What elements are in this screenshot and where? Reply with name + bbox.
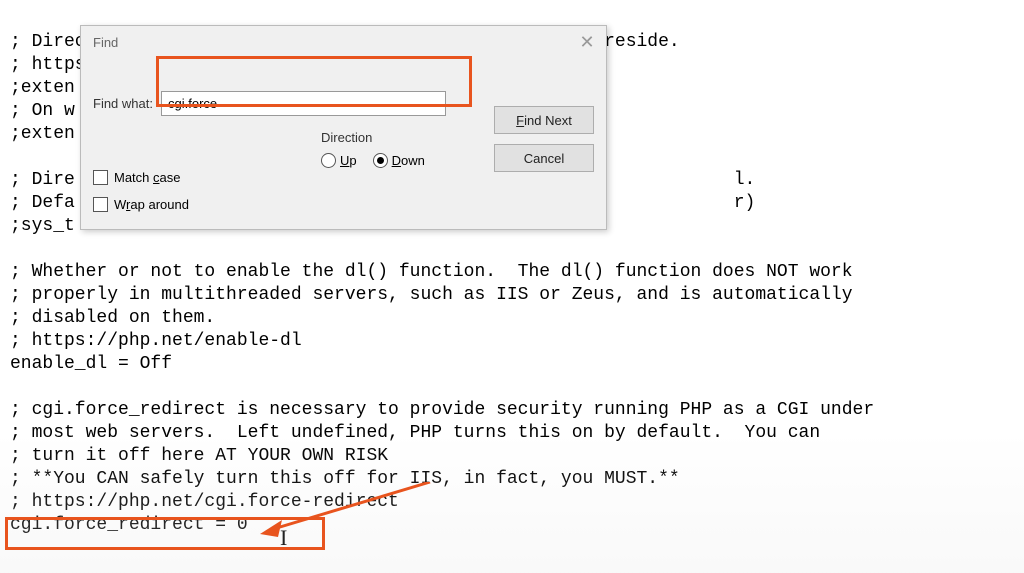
find-next-button[interactable]: Find Next xyxy=(494,106,594,134)
checkbox-icon xyxy=(93,197,108,212)
line: ; most web servers. Left undefined, PHP … xyxy=(10,423,820,443)
close-icon[interactable]: ✕ xyxy=(576,31,598,53)
checkboxes-area: Match case Wrap around xyxy=(93,158,189,212)
match-case-label: Match case xyxy=(114,170,180,185)
line: ;exten xyxy=(10,78,75,98)
line: cgi.force_redirect = 0 xyxy=(10,515,248,535)
checkbox-icon xyxy=(93,170,108,185)
wrap-around-checkbox[interactable]: Wrap around xyxy=(93,197,189,212)
line: ; On w xyxy=(10,101,75,121)
dialog-body: Find what: Direction Up Down Match case xyxy=(81,58,606,229)
direction-label: Direction xyxy=(321,130,425,145)
radio-icon xyxy=(373,153,388,168)
line: ; cgi.force_redirect is necessary to pro… xyxy=(10,400,874,420)
line: ; disabled on them. xyxy=(10,308,215,328)
find-what-label: Find what: xyxy=(93,96,161,111)
line: ;sys_t xyxy=(10,216,75,236)
line: ; https xyxy=(10,55,86,75)
line: ; Whether or not to enable the dl() func… xyxy=(10,262,853,282)
line: ; https://php.net/cgi.force-redirect xyxy=(10,492,399,512)
dialog-title: Find xyxy=(93,35,118,50)
cancel-button[interactable]: Cancel xyxy=(494,144,594,172)
line: ; **You CAN safely turn this off for IIS… xyxy=(10,469,680,489)
radio-down[interactable]: Down xyxy=(373,153,425,168)
direction-group: Direction Up Down xyxy=(321,130,425,168)
find-what-input[interactable] xyxy=(161,91,446,116)
line: ; properly in multithreaded servers, suc… xyxy=(10,285,853,305)
line: ;exten xyxy=(10,124,75,144)
radio-up[interactable]: Up xyxy=(321,153,357,168)
dialog-titlebar[interactable]: Find ✕ xyxy=(81,26,606,58)
line: ; https://php.net/enable-dl xyxy=(10,331,302,351)
radio-up-label: Up xyxy=(340,153,357,168)
radio-icon xyxy=(321,153,336,168)
buttons-area: Find Next Cancel xyxy=(494,106,594,172)
match-case-checkbox[interactable]: Match case xyxy=(93,170,189,185)
wrap-around-label: Wrap around xyxy=(114,197,189,212)
line: ; turn it off here AT YOUR OWN RISK xyxy=(10,446,388,466)
line: enable_dl = Off xyxy=(10,354,172,374)
find-dialog: Find ✕ Find what: Direction Up Down xyxy=(80,25,607,230)
radio-row: Up Down xyxy=(321,153,425,168)
radio-down-label: Down xyxy=(392,153,425,168)
